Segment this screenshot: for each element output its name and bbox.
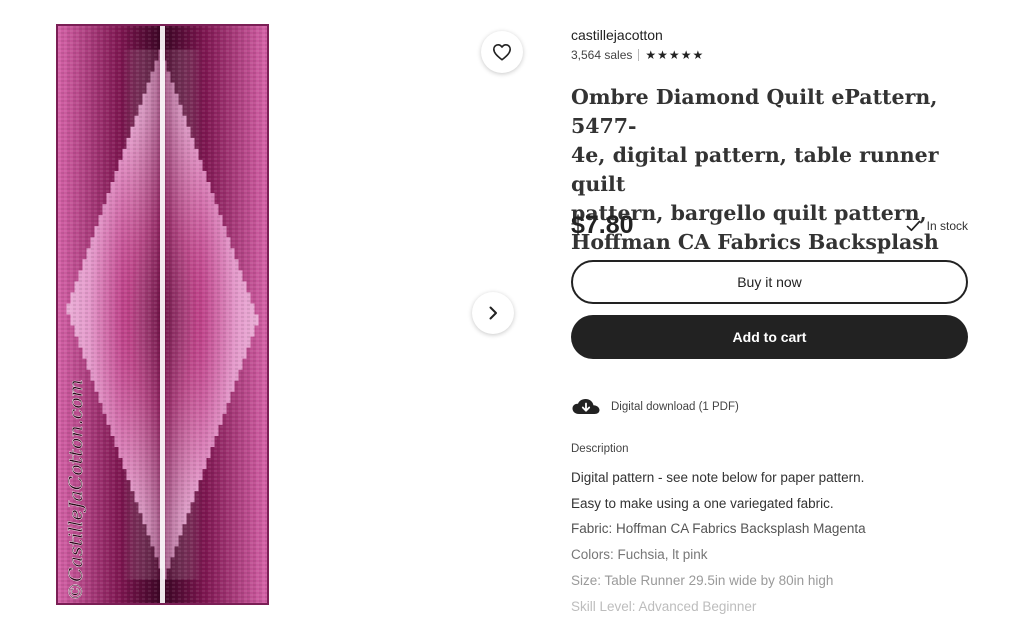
heart-icon bbox=[493, 43, 511, 61]
description-line: Fabric: Hoffman CA Fabrics Backsplash Ma… bbox=[571, 521, 866, 537]
shop-sales-rating: 3,564 sales ★ ★ ★ ★ ★ bbox=[571, 48, 703, 62]
watermark-text: ©CastilleJaCotton.com bbox=[65, 379, 87, 601]
description-line: Colors: Fuchsia, lt pink bbox=[571, 547, 708, 563]
sales-count: 3,564 sales bbox=[571, 48, 633, 62]
shop-name-link[interactable]: castillejacotton bbox=[571, 27, 663, 43]
title-line: 4e, digital pattern, table runner quilt bbox=[571, 143, 939, 196]
star-icon: ★ bbox=[657, 48, 668, 62]
description-text: Digital pattern - see note below for pap… bbox=[571, 465, 991, 619]
star-icon: ★ bbox=[692, 48, 704, 62]
description-line: Easy to make using a one variegated fabr… bbox=[571, 495, 834, 511]
star-icon: ★ bbox=[668, 48, 680, 62]
download-label: Digital download (1 PDF) bbox=[611, 401, 739, 413]
stock-label: In stock bbox=[926, 219, 968, 233]
description-line: Size: Table Runner 29.5in wide by 80in h… bbox=[571, 572, 834, 588]
star-icon: ★ bbox=[680, 48, 692, 62]
rating-stars[interactable]: ★ ★ ★ ★ ★ bbox=[645, 48, 703, 62]
quilt-image: ©CastilleJaCotton.com bbox=[58, 26, 267, 603]
favorite-button[interactable] bbox=[481, 31, 523, 73]
stock-status: In stock bbox=[906, 219, 968, 233]
next-image-button[interactable] bbox=[472, 292, 514, 334]
description-heading: Description bbox=[571, 443, 629, 455]
description-line: Skill Level: Advanced Beginner bbox=[571, 598, 757, 614]
add-to-cart-button[interactable]: Add to cart bbox=[571, 315, 968, 359]
buy-it-now-button[interactable]: Buy it now bbox=[571, 260, 968, 304]
cloud-download-icon bbox=[572, 399, 600, 414]
description-line: Digital pattern - see note below for pap… bbox=[571, 470, 865, 485]
title-line: Ombre Diamond Quilt ePattern, 5477- bbox=[571, 85, 938, 138]
product-image[interactable]: ©CastilleJaCotton.com bbox=[56, 24, 269, 605]
checkmark-icon bbox=[906, 220, 920, 232]
divider bbox=[638, 49, 640, 61]
digital-download-info: Digital download (1 PDF) bbox=[571, 398, 739, 416]
star-icon: ★ bbox=[645, 48, 657, 62]
chevron-right-icon bbox=[489, 306, 497, 320]
price: $7.80 bbox=[571, 211, 634, 239]
